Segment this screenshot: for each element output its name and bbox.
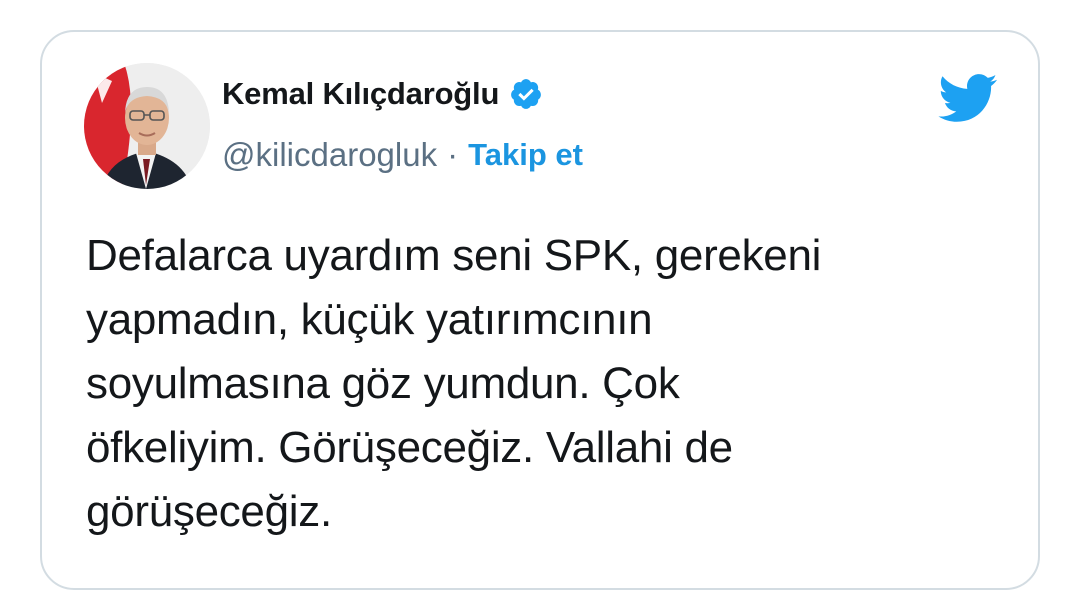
author-display-name[interactable]: Kemal Kılıçdaroğlu bbox=[222, 76, 499, 112]
verified-badge-icon bbox=[509, 77, 543, 111]
tweet-card[interactable]: Kemal Kılıçdaroğlu @kilicdarogluk · Taki… bbox=[40, 30, 1040, 590]
follow-button[interactable]: Takip et bbox=[468, 137, 583, 173]
separator-dot: · bbox=[447, 136, 459, 173]
handle-row: @kilicdarogluk · Takip et bbox=[222, 136, 583, 174]
author-block[interactable]: Kemal Kılıçdaroğlu bbox=[222, 76, 543, 112]
twitter-bird-icon[interactable] bbox=[936, 72, 998, 124]
avatar-image bbox=[84, 63, 210, 189]
avatar[interactable] bbox=[84, 63, 210, 189]
author-handle[interactable]: @kilicdarogluk bbox=[222, 136, 437, 174]
tweet-text: Defalarca uyardım seni SPK, gerekeni yap… bbox=[86, 231, 822, 536]
